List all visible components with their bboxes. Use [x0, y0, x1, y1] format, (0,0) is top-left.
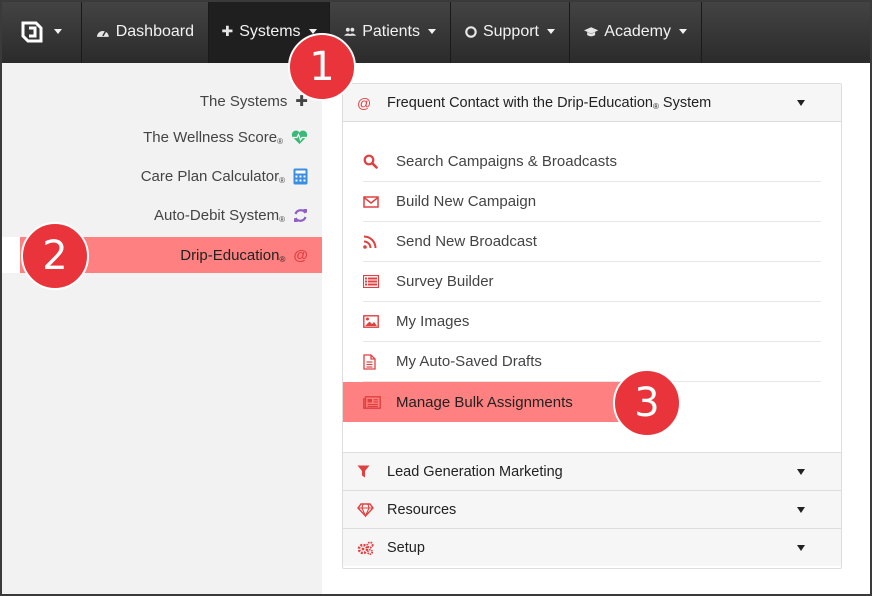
nav-academy-label: Academy	[604, 22, 671, 40]
sidebar-item-label: Auto-Debit System®	[154, 206, 285, 224]
step-badge-3: 3	[613, 369, 681, 437]
list-icon	[363, 275, 396, 288]
chevron-down-icon	[547, 29, 555, 34]
calculator-icon	[293, 168, 308, 184]
sidebar-item-label: Drip-Education®	[180, 246, 286, 264]
panel-header-title: Frequent Contact with the Drip-Education…	[387, 94, 712, 111]
drip-education-panel: @ Frequent Contact with the Drip-Educati…	[342, 83, 842, 569]
cogs-icon	[357, 540, 387, 555]
chevron-down-icon	[53, 29, 62, 34]
menu-item-label: Search Campaigns & Broadcasts	[396, 153, 617, 170]
menu-item-survey-builder[interactable]: Survey Builder	[363, 262, 821, 302]
menu-item-label: My Images	[396, 313, 470, 330]
logo-icon	[21, 21, 42, 42]
dashboard-icon	[96, 30, 109, 37]
section-label: Resources	[387, 501, 457, 518]
rss-icon	[363, 235, 396, 249]
sidebar-item-label: Care Plan Calculator®	[140, 167, 285, 185]
filter-icon	[357, 465, 387, 478]
lifebuoy-icon	[465, 25, 477, 38]
menu-item-label: Build New Campaign	[396, 193, 537, 210]
menu-item-label: Survey Builder	[396, 273, 494, 290]
refresh-icon	[294, 208, 307, 222]
step-badge-1: 1	[288, 33, 356, 101]
nav-patients-label: Patients	[362, 22, 420, 40]
sidebar-item-wellness-score[interactable]: The Wellness Score®	[143, 119, 308, 155]
panel-header-frequent-contact[interactable]: @ Frequent Contact with the Drip-Educati…	[343, 84, 841, 122]
nav-systems-label: Systems	[239, 22, 301, 40]
sidebar-item-care-plan-calculator[interactable]: Care Plan Calculator®	[141, 158, 308, 194]
section-resources[interactable]: Resources	[343, 490, 841, 528]
newspaper-icon	[363, 395, 396, 409]
menu-item-search-campaigns[interactable]: Search Campaigns & Broadcasts	[363, 142, 821, 182]
section-setup[interactable]: Setup	[343, 528, 841, 566]
users-icon	[344, 27, 357, 36]
sidebar-active-gap	[2, 237, 20, 273]
menu-item-build-campaign[interactable]: Build New Campaign	[363, 182, 821, 222]
file-icon	[363, 353, 396, 370]
step-badge-2: 2	[21, 222, 89, 290]
menu-item-my-images[interactable]: My Images	[363, 302, 821, 342]
at-icon: @	[357, 94, 372, 111]
caret-down-icon	[797, 99, 805, 106]
chevron-down-icon	[679, 29, 687, 34]
search-icon	[363, 154, 396, 169]
logo-menu-button[interactable]	[0, 0, 82, 63]
menu-item-manage-bulk-assignments[interactable]: Manage Bulk Assignments	[343, 382, 623, 422]
nav-support-label: Support	[482, 22, 539, 40]
caret-down-icon	[797, 506, 805, 513]
nav-support[interactable]: Support	[451, 0, 570, 63]
nav-academy[interactable]: Academy	[570, 0, 702, 63]
menu-item-label: Manage Bulk Assignments	[396, 393, 573, 411]
sidebar-item-auto-debit[interactable]: Auto-Debit System®	[154, 197, 308, 233]
at-icon: @	[293, 246, 308, 264]
sidebar: The Systems ✚ The Wellness Score® Care P…	[2, 63, 322, 594]
panel-spacer	[343, 422, 841, 452]
caret-down-icon	[797, 544, 805, 551]
caret-down-icon	[797, 468, 805, 475]
envelope-icon	[363, 195, 396, 208]
menu-item-auto-saved-drafts[interactable]: My Auto-Saved Drafts	[363, 342, 821, 382]
heartbeat-icon	[291, 130, 308, 144]
panel-menu-list: Search Campaigns & Broadcasts Build New …	[343, 122, 841, 422]
puzzle-icon: ✚	[221, 23, 234, 39]
menu-item-label: Send New Broadcast	[396, 233, 537, 250]
nav-dashboard-label: Dashboard	[115, 22, 194, 40]
nav-dashboard[interactable]: Dashboard	[82, 0, 209, 63]
section-label: Setup	[387, 539, 425, 556]
sidebar-item-label: The Wellness Score®	[143, 128, 283, 146]
menu-item-send-broadcast[interactable]: Send New Broadcast	[363, 222, 821, 262]
sidebar-item-label: The Systems	[199, 92, 288, 110]
section-label: Lead Generation Marketing	[387, 463, 563, 480]
top-navbar: Dashboard ✚ Systems Patients Support Aca…	[0, 0, 872, 63]
diamond-icon	[357, 502, 387, 517]
sidebar-item-the-systems[interactable]: The Systems ✚	[200, 83, 308, 119]
menu-item-label: My Auto-Saved Drafts	[396, 353, 542, 370]
chevron-down-icon	[428, 29, 436, 34]
section-lead-generation[interactable]: Lead Generation Marketing	[343, 452, 841, 490]
graduation-cap-icon	[584, 26, 599, 36]
image-icon	[363, 315, 396, 328]
